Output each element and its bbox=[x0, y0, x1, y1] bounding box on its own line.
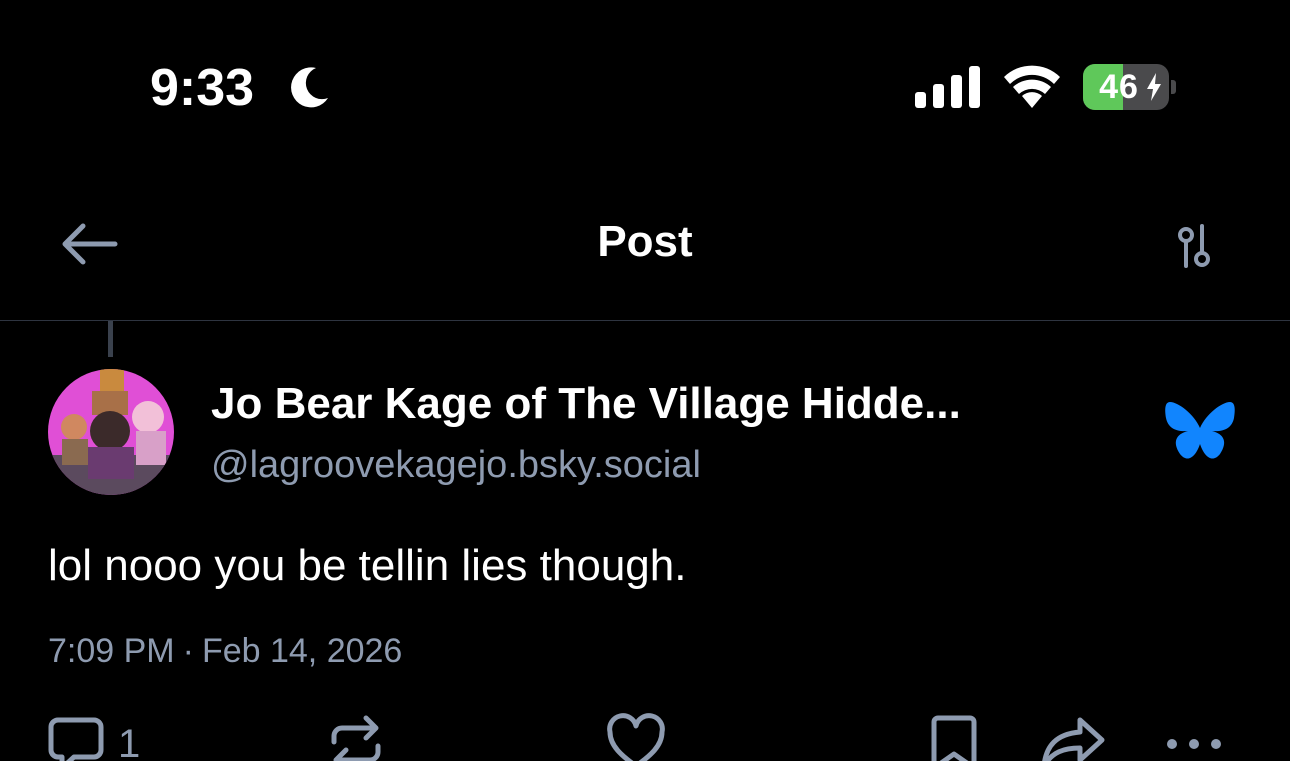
bookmark-button[interactable] bbox=[928, 712, 980, 761]
wifi-icon bbox=[1004, 65, 1060, 108]
post-time: 7:09 PM bbox=[48, 632, 175, 670]
share-button[interactable] bbox=[1040, 712, 1106, 761]
like-button[interactable] bbox=[606, 712, 666, 761]
sliders-icon bbox=[1178, 224, 1210, 268]
repost-button[interactable] bbox=[328, 712, 384, 761]
battery-body: 46 bbox=[1083, 64, 1169, 110]
meta-separator: · bbox=[182, 632, 194, 670]
avatar-image bbox=[48, 369, 174, 495]
repost-icon bbox=[331, 715, 381, 761]
status-time: 9:33 bbox=[150, 59, 255, 117]
charging-bolt-icon bbox=[1147, 73, 1161, 101]
header-divider bbox=[0, 320, 1290, 321]
author-handle[interactable]: @lagroovekagejo.bsky.social bbox=[211, 440, 701, 490]
moon-icon bbox=[291, 67, 328, 108]
speech-bubble-icon bbox=[48, 717, 104, 761]
reply-button[interactable]: 1 bbox=[48, 712, 140, 761]
more-options-button[interactable] bbox=[1164, 712, 1224, 761]
heart-icon bbox=[607, 713, 665, 761]
thread-settings-button[interactable] bbox=[1164, 216, 1224, 276]
cellular-signal-icon bbox=[915, 66, 980, 108]
bookmark-icon bbox=[931, 715, 977, 761]
battery-nub bbox=[1171, 80, 1176, 94]
author-name[interactable]: Jo Bear Kage of The Village Hidde... bbox=[211, 376, 961, 432]
post-text: lol nooo you be tellin lies though. bbox=[48, 541, 687, 590]
battery-indicator: 46 bbox=[1083, 64, 1177, 110]
ellipsis-icon bbox=[1167, 739, 1221, 749]
post-screen: 9:33 46 Post Jo Bear Kage of The Village… bbox=[0, 0, 1290, 761]
avatar[interactable] bbox=[48, 369, 174, 495]
post-timestamp: 7:09 PM · Feb 14, 2026 bbox=[48, 626, 402, 676]
page-title: Post bbox=[597, 217, 693, 266]
reply-count: 1 bbox=[118, 722, 141, 761]
thread-line bbox=[108, 321, 113, 357]
post-date: Feb 14, 2026 bbox=[201, 632, 403, 670]
bluesky-butterfly-icon bbox=[1165, 402, 1235, 459]
share-icon bbox=[1042, 717, 1105, 761]
